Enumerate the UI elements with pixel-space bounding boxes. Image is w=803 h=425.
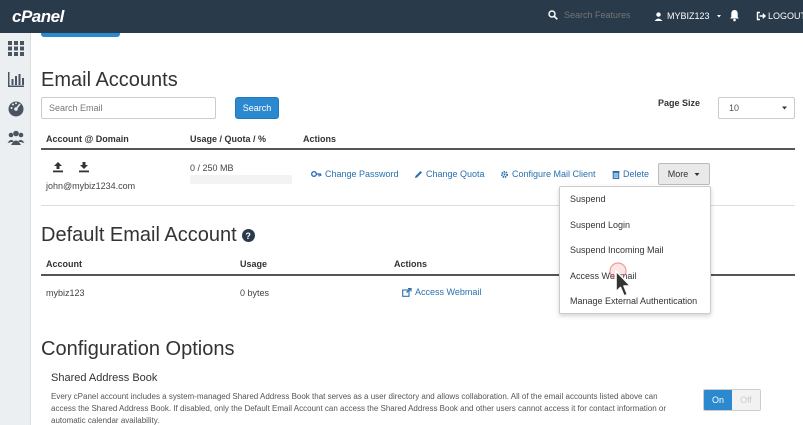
search-email-input[interactable] xyxy=(41,97,216,119)
delete-link[interactable]: Delete xyxy=(612,169,649,179)
email-account-address: john@mybiz1234.com xyxy=(46,181,136,191)
page-size-select[interactable]: 10 xyxy=(718,97,795,119)
usage-progress-bar xyxy=(190,175,292,184)
help-icon[interactable]: ? xyxy=(241,229,255,242)
caret-down-icon xyxy=(782,106,787,110)
stats-icon[interactable] xyxy=(7,70,25,88)
logout-button[interactable]: LOGOUT xyxy=(756,11,803,21)
menu-item-suspend[interactable]: Suspend xyxy=(570,194,606,204)
user-menu[interactable]: MYBIZ123 xyxy=(654,11,724,21)
top-bar: cPanel MYBIZ123 LOGOUT xyxy=(0,0,803,33)
shared-address-book-title: Shared Address Book xyxy=(51,372,158,384)
change-quota-label: Change Quota xyxy=(426,169,485,179)
column-default-usage: Usage xyxy=(240,259,268,269)
change-password-link[interactable]: Change Password xyxy=(311,169,399,179)
configure-mail-client-link[interactable]: Configure Mail Client xyxy=(500,169,596,179)
add-email-account-button[interactable] xyxy=(41,33,120,37)
page-size-value: 10 xyxy=(729,103,740,113)
download-icon[interactable] xyxy=(78,161,90,173)
email-usage-text: 0 / 250 MB xyxy=(190,163,234,173)
column-usage-quota[interactable]: Usage / Quota / % xyxy=(190,134,266,144)
search-icon xyxy=(548,10,558,20)
toggle-off-option[interactable]: Off xyxy=(732,390,760,410)
gear-icon xyxy=(501,170,508,178)
search-button[interactable]: Search xyxy=(235,97,279,119)
column-account-domain[interactable]: Account @ Domain xyxy=(46,134,129,144)
menu-item-suspend-login[interactable]: Suspend Login xyxy=(570,220,630,230)
users-icon[interactable] xyxy=(7,129,25,147)
more-label: More xyxy=(667,169,689,179)
feature-search[interactable] xyxy=(548,10,654,20)
change-quota-link[interactable]: Change Quota xyxy=(414,169,485,179)
upload-icon[interactable] xyxy=(52,161,64,173)
dashboard-icon[interactable] xyxy=(7,99,25,117)
page-size-label: Page Size xyxy=(658,98,701,108)
access-webmail-link[interactable]: Access Webmail xyxy=(402,287,481,297)
external-link-icon xyxy=(402,287,412,297)
user-icon xyxy=(654,11,663,21)
access-webmail-label: Access Webmail xyxy=(415,287,482,297)
notifications-bell[interactable] xyxy=(729,9,740,27)
delete-label: Delete xyxy=(623,169,650,179)
cpanel-logo[interactable]: cPanel xyxy=(12,7,64,27)
username-label: MYBIZ123 xyxy=(667,11,710,21)
bell-icon xyxy=(730,10,739,22)
default-account-usage: 0 bytes xyxy=(240,288,270,298)
email-accounts-title: Email Accounts xyxy=(41,69,178,91)
caret-down-icon xyxy=(694,172,700,176)
toggle-on-option[interactable]: On xyxy=(704,390,732,410)
default-email-account-heading: Default Email Account ? xyxy=(41,224,255,247)
menu-item-suspend-incoming-mail[interactable]: Suspend Incoming Mail xyxy=(570,245,664,255)
sidebar xyxy=(0,33,31,425)
configure-mail-client-label: Configure Mail Client xyxy=(512,169,596,179)
default-email-account-title: Default Email Account xyxy=(41,224,237,246)
shared-address-book-toggle[interactable]: On Off xyxy=(703,389,761,411)
shared-address-book-description: Every cPanel account includes a system-m… xyxy=(51,392,667,425)
feature-search-input[interactable] xyxy=(564,10,654,20)
mouse-cursor-icon xyxy=(609,262,632,297)
column-default-actions: Actions xyxy=(394,259,428,269)
logout-label: LOGOUT xyxy=(768,11,803,21)
change-password-label: Change Password xyxy=(325,169,399,179)
more-actions-button[interactable]: More xyxy=(658,163,710,185)
trash-icon xyxy=(612,170,620,179)
table-header-divider xyxy=(41,148,795,150)
logout-icon xyxy=(756,11,766,21)
configuration-options-title: Configuration Options xyxy=(41,338,235,360)
default-account-name: mybiz123 xyxy=(46,288,85,298)
column-actions: Actions xyxy=(303,134,337,144)
key-icon xyxy=(311,170,322,177)
pencil-icon xyxy=(415,170,422,178)
grid-icon[interactable] xyxy=(7,39,25,57)
column-default-account: Account xyxy=(46,259,82,269)
caret-down-icon xyxy=(716,15,721,18)
